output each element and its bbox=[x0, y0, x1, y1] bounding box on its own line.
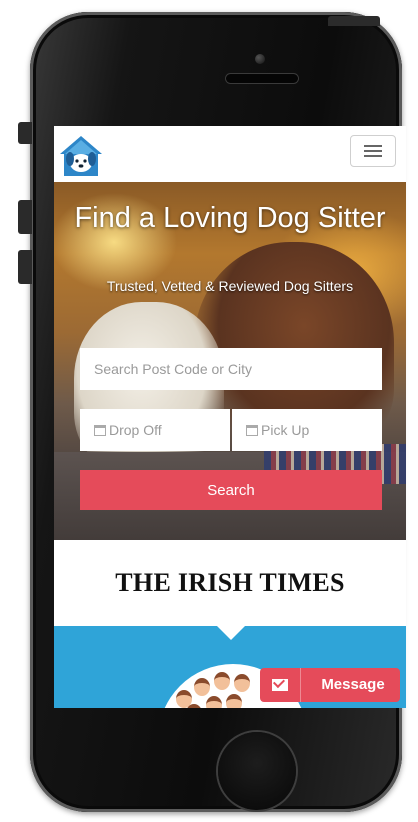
pick-up-date-field[interactable]: Pick Up bbox=[232, 409, 382, 451]
location-search-input[interactable] bbox=[80, 348, 382, 390]
envelope-icon bbox=[272, 679, 288, 691]
hero-subtitle: Trusted, Vetted & Reviewed Dog Sitters bbox=[106, 278, 354, 294]
volume-up-button bbox=[18, 200, 32, 234]
hamburger-icon bbox=[364, 145, 382, 147]
phone-screen: Find a Loving Dog Sitter Trusted, Vetted… bbox=[54, 126, 406, 708]
drop-off-label: Drop Off bbox=[109, 422, 162, 438]
home-button[interactable] bbox=[218, 732, 296, 810]
earpiece-speaker bbox=[226, 74, 298, 83]
navbar bbox=[54, 126, 406, 182]
irish-times-logo: THE IRISH TIMES bbox=[115, 568, 345, 597]
front-camera bbox=[255, 54, 265, 64]
message-button-divider bbox=[300, 668, 301, 702]
power-button bbox=[328, 16, 380, 26]
calendar-icon bbox=[94, 425, 106, 436]
message-button[interactable]: Message bbox=[260, 668, 400, 702]
hero-section: Find a Loving Dog Sitter Trusted, Vetted… bbox=[54, 182, 406, 540]
press-section: THE IRISH TIMES bbox=[54, 540, 406, 632]
mute-switch bbox=[18, 122, 32, 144]
pick-up-label: Pick Up bbox=[261, 422, 310, 438]
dog-house-logo-icon[interactable] bbox=[58, 134, 104, 178]
drop-off-date-field[interactable]: Drop Off bbox=[80, 409, 230, 451]
section-pointer-arrow bbox=[217, 626, 245, 640]
calendar-icon bbox=[246, 425, 258, 436]
volume-down-button bbox=[18, 250, 32, 284]
search-button[interactable]: Search bbox=[80, 470, 382, 510]
hero-title: Find a Loving Dog Sitter bbox=[74, 202, 386, 234]
hamburger-menu-button[interactable] bbox=[350, 135, 396, 167]
message-button-label: Message bbox=[321, 676, 385, 693]
